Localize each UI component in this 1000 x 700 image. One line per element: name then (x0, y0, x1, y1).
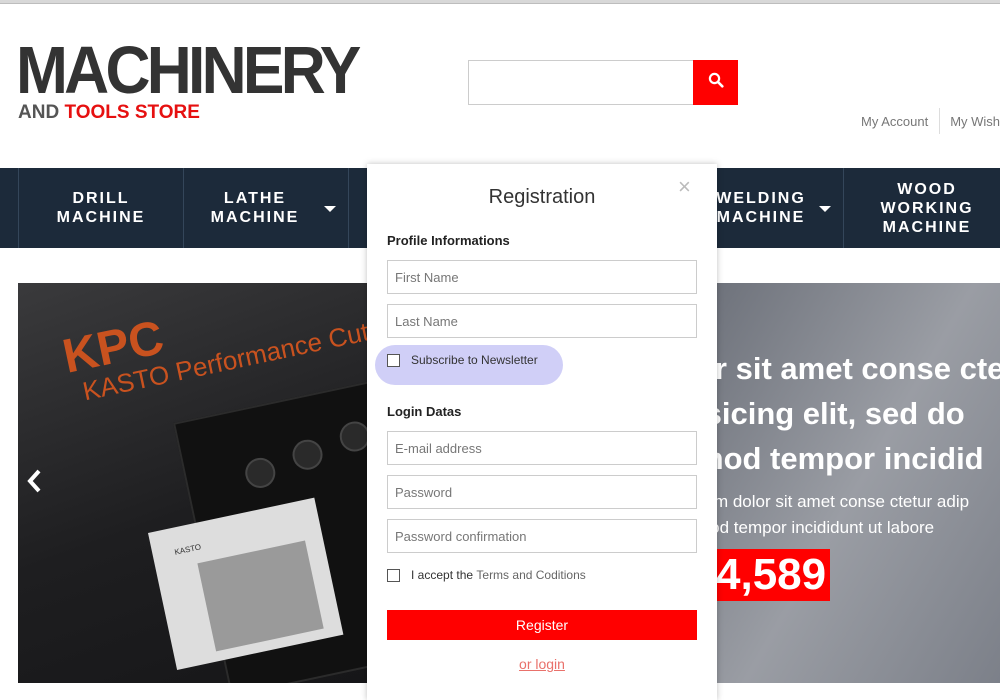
search-input[interactable] (468, 60, 694, 105)
search-bar (468, 60, 738, 105)
chevron-down-icon (324, 206, 336, 212)
terms-link[interactable]: Terms and Coditions (476, 568, 585, 582)
search-icon (708, 72, 724, 93)
store-logo[interactable]: MACHINERY AND TOOLS STORE (16, 33, 383, 123)
logo-title: MACHINERY (16, 33, 361, 108)
slide-headline-line: isicing elit, sed do (696, 396, 965, 431)
nav-item-label: WELDING MACHINE (716, 190, 806, 226)
terms-label: I accept the (411, 568, 474, 582)
my-account-link[interactable]: My Account (850, 114, 939, 129)
modal-title: Registration (488, 186, 596, 208)
nav-item-label: WOOD WORKING MACHINE (880, 180, 974, 236)
registration-modal: Registration × Profile Informations Subs… (367, 164, 717, 700)
login-section-heading: Login Datas (387, 404, 462, 419)
machine-knob (242, 455, 279, 491)
first-name-field[interactable] (387, 260, 697, 294)
or-login-link[interactable]: or login (367, 656, 717, 672)
slide-headline-line: mod tempor incidid (696, 441, 984, 476)
slide-headline-line: or sit amet conse cte (696, 351, 1000, 386)
nav-item-label: LATHE MACHINE (210, 190, 300, 226)
nav-item-drill-machine[interactable]: DRILL MACHINE (19, 168, 183, 248)
newsletter-checkbox-row[interactable]: Subscribe to Newsletter (387, 351, 538, 369)
search-button[interactable] (693, 60, 738, 105)
slide-machine-image: KPC KASTO Performance Cutti KASTO (18, 283, 457, 683)
header-links: My Account My Wishl (850, 108, 1000, 134)
my-wishlist-link[interactable]: My Wishl (940, 114, 1000, 129)
newsletter-label: Subscribe to Newsletter (411, 353, 538, 367)
machine-screen-display (197, 540, 324, 652)
terms-checkbox[interactable] (387, 568, 400, 582)
nav-item-wood-working-machine[interactable]: WOOD WORKING MACHINE (844, 168, 1000, 248)
profile-section-heading: Profile Informations (387, 233, 510, 248)
chevron-down-icon (819, 206, 831, 212)
nav-item-lathe-machine[interactable]: LATHE MACHINE (184, 168, 348, 248)
browser-top-border (0, 0, 1000, 4)
chevron-left-icon (26, 468, 42, 501)
nav-divider (348, 168, 349, 248)
slide-body-line: sum dolor sit amet conse ctetur adip (696, 492, 970, 511)
slider-prev-button[interactable] (26, 468, 42, 502)
email-field[interactable] (387, 431, 697, 465)
screen-brand-text: KASTO (173, 542, 202, 557)
newsletter-checkbox[interactable] (387, 353, 400, 367)
terms-checkbox-row[interactable]: I accept the Terms and Coditions (387, 566, 586, 584)
machine-knob (289, 436, 326, 473)
register-button[interactable]: Register (387, 610, 697, 640)
last-name-field[interactable] (387, 304, 697, 338)
slide-body-line: mod tempor incididunt ut labore (696, 518, 935, 537)
password-confirm-field[interactable] (387, 519, 697, 553)
nav-item-label: DRILL MACHINE (56, 190, 146, 226)
password-field[interactable] (387, 475, 697, 509)
close-icon[interactable]: × (678, 176, 691, 198)
